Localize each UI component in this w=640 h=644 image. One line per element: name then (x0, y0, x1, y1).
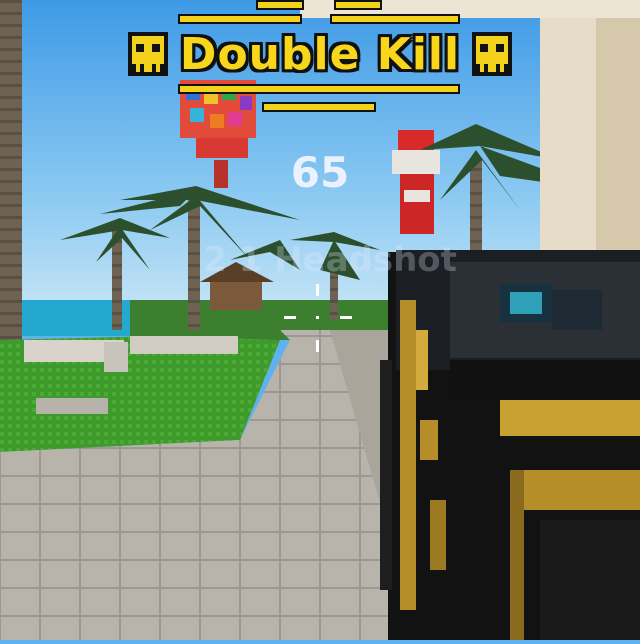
score-popup: 65 (290, 148, 350, 197)
banner-bottom-bar (262, 102, 376, 112)
banner-lower-bar (178, 84, 460, 94)
crosshair-left (284, 316, 296, 319)
kill-banner-text: Double Kill (179, 28, 461, 80)
crosshair-bottom (316, 340, 319, 352)
world-render (0, 0, 640, 640)
banner-upper-bar (178, 14, 302, 24)
game-viewport[interactable]: Double Kill 65 2 1 Headshot (0, 0, 640, 640)
skull-icon (472, 32, 513, 76)
faded-headshot-label: 2 1 Headshot (203, 240, 457, 280)
crosshair-right (340, 316, 352, 319)
held-weapon (380, 250, 640, 640)
banner-top-bar-left (256, 0, 304, 10)
banner-upper-bar-right (330, 14, 460, 24)
skull-icon (127, 32, 168, 76)
kill-banner: Double Kill (120, 28, 520, 80)
banner-top-bar-right (334, 0, 382, 10)
crosshair-top (316, 284, 319, 296)
crosshair-center (316, 316, 319, 319)
